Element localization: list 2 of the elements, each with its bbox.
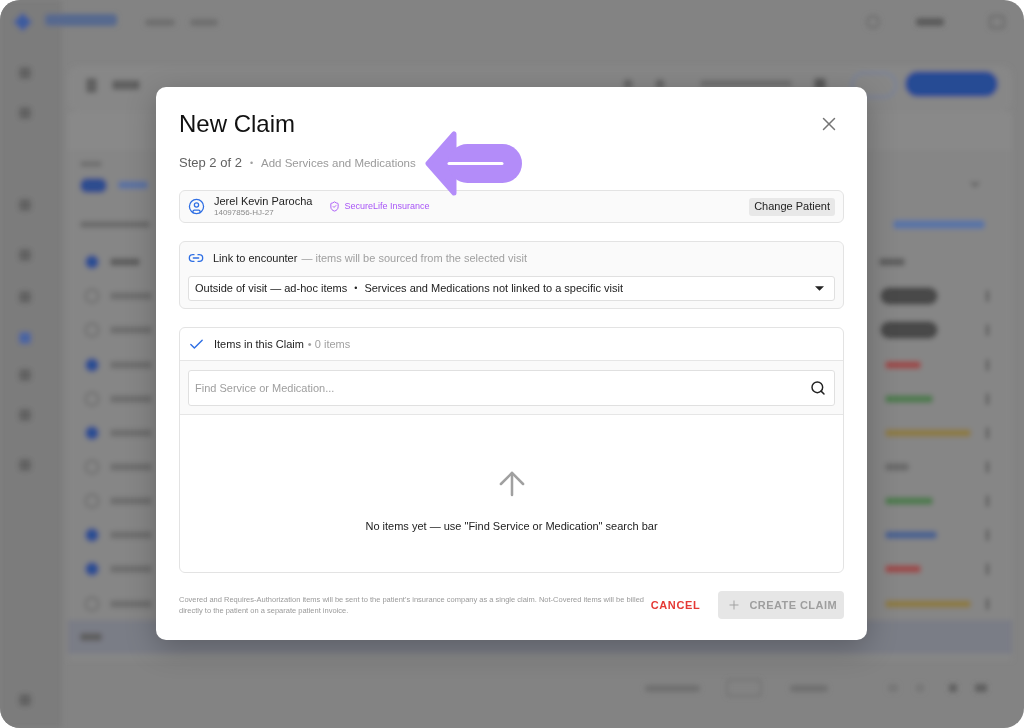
plus-icon [727,598,742,612]
cancel-button[interactable]: CANCEL [644,591,707,619]
